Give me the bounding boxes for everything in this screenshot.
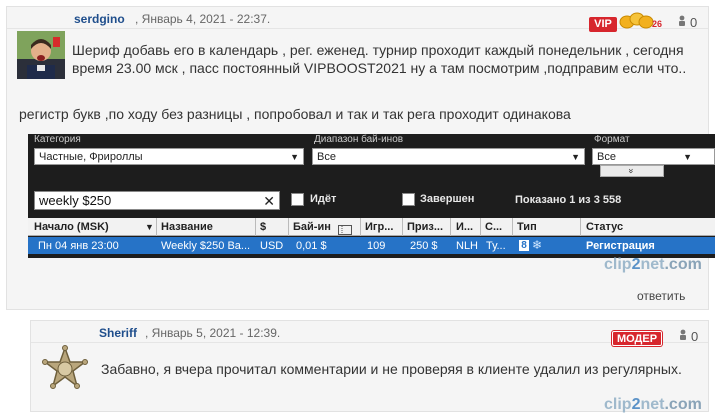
column-divider [450, 218, 451, 236]
karma-counter: 0 [678, 15, 697, 30]
buyin-select[interactable]: Все ▼ [312, 148, 585, 165]
cell-speed: Ту... [486, 240, 506, 252]
watermark-suffix: net [640, 396, 665, 413]
post-text-paragraph-1: Шериф добавь его в календарь , рег. ежен… [72, 42, 687, 76]
karma-counter: 0 [679, 329, 698, 344]
buyin-select-value: Все [317, 151, 336, 163]
column-divider [360, 218, 361, 236]
watermark-dotcom: .com [664, 396, 702, 413]
author-name[interactable]: Sheriff [99, 326, 137, 340]
cell-start: Пн 04 янв 23:00 [38, 240, 119, 252]
running-checkbox-label: Идёт [310, 193, 337, 205]
cell-players: 109 [367, 240, 386, 252]
search-input-value: weekly $250 [39, 193, 112, 208]
reply-button[interactable]: ответить [637, 289, 685, 303]
post-date: , Январь 4, 2021 - 22:37. [135, 12, 271, 26]
snowflake-icon: ❄ [532, 238, 543, 252]
watermark-prefix: clip [604, 256, 632, 273]
poker-client-screenshot: Категория Частные, Фрироллы ▼ Диапазон б… [28, 134, 715, 258]
col-currency[interactable]: $ [260, 221, 266, 233]
tournament-table-header: Начало (MSK) ▼ Название $ Бай-ин Игр... … [28, 218, 715, 236]
format-select-value: Все [597, 151, 616, 163]
finished-checkbox-label: Завершен [420, 193, 475, 205]
column-divider [580, 218, 581, 236]
rank-icon [619, 11, 655, 29]
close-icon[interactable]: ✕ [263, 192, 275, 210]
cell-currency: USD [260, 240, 284, 252]
running-checkbox[interactable] [291, 193, 304, 206]
column-divider [512, 218, 513, 236]
watermark-dotcom: .com [664, 256, 702, 273]
finished-checkbox[interactable] [402, 193, 415, 206]
chevron-down-icon: ▼ [571, 152, 580, 162]
col-game[interactable]: И... [456, 221, 473, 233]
expand-filters-button[interactable]: » [600, 165, 664, 177]
avatar-serdgino[interactable] [17, 31, 65, 79]
post-date: , Январь 5, 2021 - 12:39. [145, 326, 281, 340]
column-divider [402, 218, 403, 236]
col-buyin[interactable]: Бай-ин [293, 221, 331, 233]
clip2net-watermark: clip2net.com [604, 396, 702, 414]
clip2net-watermark: clip2net.com [604, 256, 702, 274]
person-stack-icon [678, 15, 686, 30]
post-header: Sheriff , Январь 5, 2021 - 12:39. МОДЕР … [31, 321, 708, 346]
cell-buyin: 0,01 $ [296, 240, 327, 252]
filter-label-category: Категория [34, 134, 81, 145]
watermark-prefix: clip [604, 396, 632, 413]
type-badge: 8 [519, 240, 529, 251]
cell-status: Регистрация [586, 240, 655, 252]
post-header: serdgino , Январь 4, 2021 - 22:37. VIP 2… [7, 7, 708, 32]
post-text-paragraph-2: регистр букв ,по ходу без разницы , попр… [19, 106, 571, 122]
col-name[interactable]: Название [161, 221, 213, 233]
karma-value: 0 [691, 329, 699, 344]
col-start[interactable]: Начало (MSK) [34, 221, 109, 233]
cell-prize: 250 $ [410, 240, 438, 252]
avatar-sheriff-star-icon[interactable] [41, 345, 89, 393]
person-stack-icon [679, 329, 687, 344]
format-select[interactable]: Все ▼ [592, 148, 715, 165]
filter-label-format: Формат [594, 134, 630, 145]
table-row[interactable]: Пн 04 янв 23:00 Weekly $250 Ва... USD 0,… [28, 237, 715, 254]
category-select[interactable]: Частные, Фрироллы ▼ [34, 148, 304, 165]
sort-chevron-icon[interactable]: ▼ [145, 222, 154, 232]
results-count: Показано 1 из 3 558 [515, 194, 622, 206]
author-name[interactable]: serdgino [74, 12, 125, 26]
moderator-badge: МОДЕР [612, 331, 662, 346]
column-divider [288, 218, 289, 236]
column-divider [156, 218, 157, 236]
chevron-down-icon: ▼ [290, 152, 299, 162]
col-status[interactable]: Статус [586, 221, 623, 233]
column-divider [255, 218, 256, 236]
category-select-value: Частные, Фрироллы [39, 151, 143, 163]
double-chevron-down-icon: » [626, 168, 637, 174]
tournament-search-input[interactable]: weekly $250 ✕ [34, 191, 280, 210]
watermark-suffix: net [640, 256, 665, 273]
filter-label-buyin: Диапазон бай-инов [314, 134, 404, 145]
karma-value: 0 [690, 15, 698, 30]
column-divider [480, 218, 481, 236]
col-prize[interactable]: Приз... [407, 221, 443, 233]
cell-name: Weekly $250 Ва... [161, 240, 251, 252]
chevron-down-icon: ▼ [683, 152, 692, 162]
col-speed[interactable]: С... [485, 221, 502, 233]
post-date-text: Январь 4, 2021 - 22:37. [141, 12, 271, 26]
col-type[interactable]: Тип [517, 221, 537, 233]
rank-number: 26 [652, 19, 663, 29]
post-text-paragraph: Забавно, я вчера прочитал комментарии и … [101, 361, 682, 377]
col-players[interactable]: Игр... [365, 221, 393, 233]
post-date-text: Январь 5, 2021 - 12:39. [151, 326, 281, 340]
cell-game: NLH [456, 240, 479, 252]
vip-badge: VIP [589, 17, 617, 32]
